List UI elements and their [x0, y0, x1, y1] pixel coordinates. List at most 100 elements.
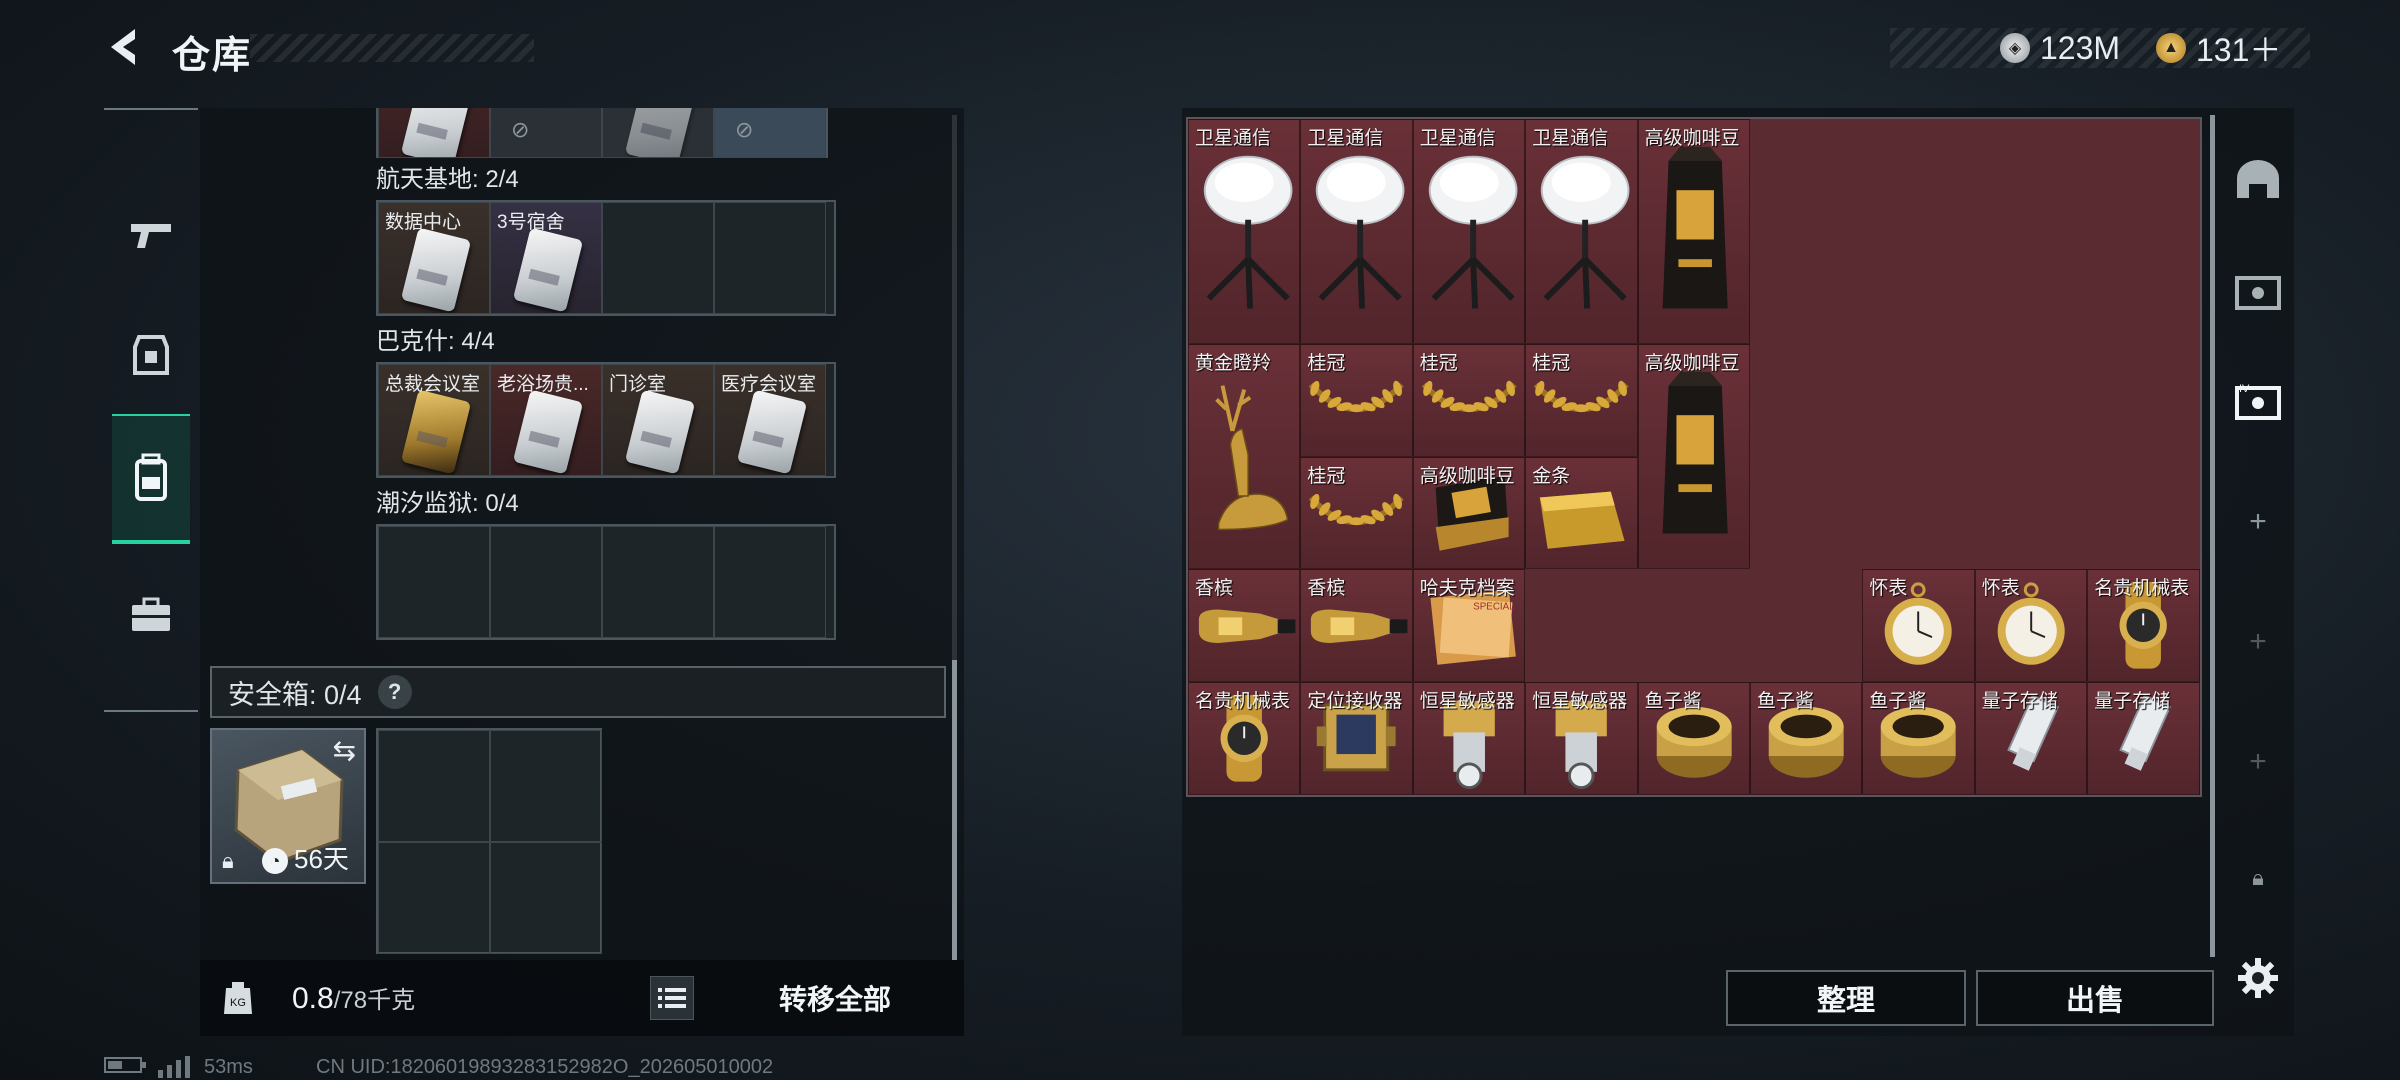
- inventory-item[interactable]: 桂冠: [1300, 456, 1413, 570]
- item-name: 恒星敏感器: [1532, 691, 1628, 712]
- svg-text:SPECIAL: SPECIAL: [1473, 602, 1515, 613]
- tab-container-1[interactable]: [2228, 262, 2288, 322]
- inventory-item[interactable]: 卫星通信: [1412, 119, 1526, 345]
- keycard-section-label: 航天基地: 2/4: [376, 166, 519, 193]
- keycard-grid[interactable]: 数据中心 3号宿舍: [376, 200, 836, 316]
- inventory-item[interactable]: 怀表: [1862, 569, 1975, 682]
- backpack-icon: [135, 453, 167, 501]
- currency-gold[interactable]: ▲ 131＋: [2156, 28, 2281, 68]
- inventory-item[interactable]: 桂冠: [1412, 344, 1526, 457]
- tab-container-2[interactable]: IV: [2228, 372, 2288, 432]
- safe-slot[interactable]: [378, 842, 490, 954]
- inventory-item[interactable]: 高级咖啡豆: [1412, 456, 1526, 570]
- sidebar-item-backpack[interactable]: [112, 414, 190, 544]
- keycard-section-label: 巴克什: 4/4: [376, 328, 495, 355]
- keycard-item[interactable]: 门诊室: [602, 364, 714, 476]
- keycard-item[interactable]: 3号宿舍: [490, 202, 602, 314]
- weight-icon: KG: [222, 978, 254, 1016]
- inventory-item[interactable]: 香槟: [1300, 569, 1413, 682]
- sell-button[interactable]: 出售: [1976, 970, 2214, 1026]
- item-name: 恒星敏感器: [1419, 691, 1515, 712]
- inventory-item[interactable]: 鱼子酱: [1637, 682, 1750, 795]
- list-view-button[interactable]: [650, 976, 694, 1020]
- sidebar-item-weapons[interactable]: [112, 170, 190, 300]
- sidebar-item-case[interactable]: [112, 550, 190, 680]
- add-tab-3[interactable]: +: [2228, 732, 2288, 792]
- inventory-item[interactable]: 名贵机械表: [1188, 682, 1301, 795]
- currency-coin[interactable]: ◈ 123M: [2000, 28, 2120, 68]
- transfer-all-button[interactable]: 转移全部: [720, 968, 950, 1028]
- empty-keycard-slot[interactable]: [602, 526, 714, 638]
- inventory-item[interactable]: 怀表: [1974, 569, 2088, 682]
- item-name: 名贵机械表: [1195, 691, 1291, 712]
- inventory-item[interactable]: 恒星敏感器: [1412, 682, 1526, 795]
- keycard-grid[interactable]: 总裁会议室 老浴场贵... 门诊室 医疗会议室: [376, 362, 836, 478]
- add-tab-1[interactable]: +: [2228, 492, 2288, 552]
- item-name: 鱼子酱: [1869, 691, 1927, 712]
- settings-button[interactable]: [2228, 948, 2288, 1008]
- inventory-item[interactable]: 高级咖啡豆: [1637, 119, 1750, 345]
- item-name: 定位接收器: [1307, 691, 1403, 712]
- coffee-image: [1639, 120, 1749, 343]
- storage-scrollbar[interactable]: [2210, 115, 2215, 957]
- empty-keycard-slot[interactable]: [714, 202, 826, 314]
- inventory-item[interactable]: 恒星敏感器: [1525, 682, 1638, 795]
- keycard-row-partial: ⊘ ⊘: [376, 108, 828, 158]
- keycard-name: 3号宿舍: [497, 212, 565, 233]
- keycard-item[interactable]: 医疗会议室: [714, 364, 826, 476]
- safe-slot[interactable]: [490, 842, 602, 954]
- left-category-sidebar: [104, 108, 198, 712]
- inventory-item[interactable]: 名贵机械表: [2087, 569, 2200, 682]
- keycard-section-label: 潮汐监狱: 0/4: [376, 490, 519, 517]
- inventory-item[interactable]: 定位接收器: [1300, 682, 1413, 795]
- safe-box-grid[interactable]: [376, 728, 602, 954]
- plus-icon: +: [2249, 745, 2267, 778]
- inventory-item[interactable]: 桂冠: [1525, 344, 1638, 457]
- empty-keycard-slot[interactable]: [490, 526, 602, 638]
- keycard-image: [736, 389, 808, 475]
- keycard-name: 医疗会议室: [721, 374, 817, 395]
- swap-icon[interactable]: ⇆: [333, 734, 356, 767]
- keycard-grid[interactable]: [376, 524, 836, 640]
- inventory-item[interactable]: 黄金瞪羚: [1188, 344, 1301, 570]
- inventory-item[interactable]: 卫星通信: [1188, 119, 1301, 345]
- inventory-item[interactable]: 卫星通信: [1300, 119, 1413, 345]
- add-tab-2[interactable]: +: [2228, 612, 2288, 672]
- left-scrollbar-thumb[interactable]: [952, 660, 957, 960]
- weight-max: /78千克: [333, 987, 416, 1014]
- dish-image: [1189, 120, 1299, 343]
- inventory-item[interactable]: 量子存储: [1974, 682, 2088, 795]
- keycard-name: 门诊室: [609, 374, 667, 395]
- locked-tab[interactable]: 🔒︎: [2228, 848, 2288, 908]
- empty-keycard-slot[interactable]: [378, 526, 490, 638]
- inventory-item[interactable]: 桂冠: [1300, 344, 1413, 457]
- back-button[interactable]: [100, 22, 150, 72]
- inventory-item[interactable]: 高级咖啡豆: [1637, 344, 1750, 570]
- safe-box-slot[interactable]: ⇆ 🔒︎ ◔ 56天: [210, 728, 366, 884]
- inventory-item[interactable]: 香槟: [1188, 569, 1301, 682]
- inventory-item[interactable]: 金条: [1525, 456, 1638, 570]
- empty-keycard-slot[interactable]: [602, 202, 714, 314]
- empty-keycard-slot[interactable]: [714, 526, 826, 638]
- keycard-item[interactable]: 数据中心: [378, 202, 490, 314]
- inventory-item[interactable]: 鱼子酱: [1862, 682, 1975, 795]
- keycard-item[interactable]: 老浴场贵...: [490, 364, 602, 476]
- storage-grid[interactable]: 卫星通信 卫星通信 卫星通信 卫星通信 高级咖啡豆 黄金瞪羚 桂冠 桂冠 桂冠 高级咖啡豆 桂冠 高级…: [1186, 117, 2202, 797]
- inventory-item[interactable]: 量子存储: [2087, 682, 2200, 795]
- keycard-image: [512, 227, 584, 313]
- lock-icon: 🔒︎: [2252, 865, 2264, 890]
- inventory-item[interactable]: 鱼子酱: [1750, 682, 1863, 795]
- sort-button[interactable]: 整理: [1726, 970, 1966, 1026]
- help-button[interactable]: ?: [377, 675, 412, 709]
- keycard-item[interactable]: 总裁会议室: [378, 364, 490, 476]
- item-name: 卫星通信: [1307, 128, 1384, 149]
- inventory-item[interactable]: 卫星通信: [1525, 119, 1638, 345]
- tab-bunker[interactable]: [2228, 150, 2288, 210]
- briefcase-icon: [132, 597, 170, 631]
- plus-icon: +: [2249, 625, 2267, 658]
- safe-slot[interactable]: [490, 730, 602, 842]
- inventory-item[interactable]: SPECIAL 哈夫克档案: [1412, 569, 1526, 682]
- safe-slot[interactable]: [378, 730, 490, 842]
- sidebar-item-armor[interactable]: [112, 290, 190, 420]
- item-name: 黄金瞪羚: [1195, 353, 1272, 375]
